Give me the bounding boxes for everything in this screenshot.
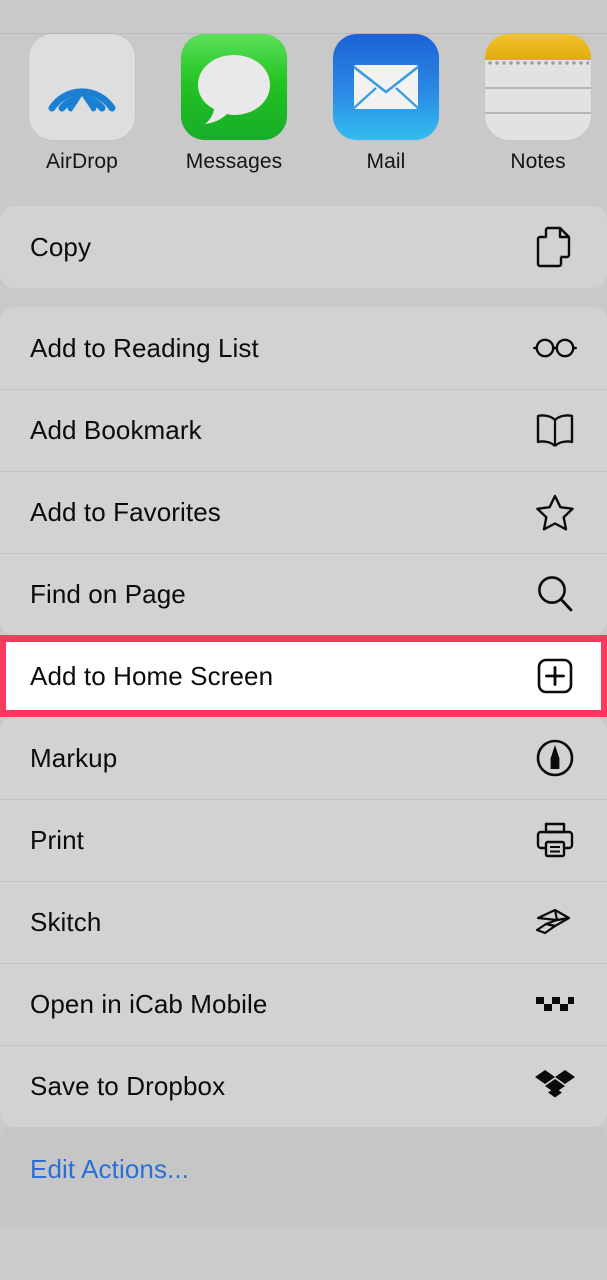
icab-taxi-icon xyxy=(533,982,577,1026)
action-label: Copy xyxy=(30,232,92,262)
skitch-icon xyxy=(533,900,577,944)
edit-actions-group: Edit Actions... xyxy=(0,1127,607,1228)
action-row-copy[interactable]: Copy xyxy=(0,206,607,288)
action-label: Add Bookmark xyxy=(30,415,202,445)
action-label: Print xyxy=(30,825,84,855)
action-label: Save to Dropbox xyxy=(30,1071,226,1101)
action-label: Find on Page xyxy=(30,579,186,609)
action-row-markup[interactable]: Markup xyxy=(0,717,607,799)
action-group-browser: Add to Reading List Add Bookmark Add to … xyxy=(0,307,607,635)
share-target-label: Mail xyxy=(366,150,406,173)
glasses-icon xyxy=(533,326,577,370)
airdrop-icon xyxy=(29,34,135,140)
share-target-label: Messages xyxy=(185,150,283,173)
dropbox-icon xyxy=(533,1064,577,1108)
notes-perforation xyxy=(487,60,589,67)
app-share-targets: AirDrop Messages Mail Notes xyxy=(0,0,607,206)
action-label: Skitch xyxy=(30,907,102,937)
share-target-airdrop[interactable]: AirDrop xyxy=(6,34,158,174)
share-target-label: AirDrop xyxy=(46,150,118,173)
notes-header-band xyxy=(485,34,591,60)
book-icon xyxy=(533,408,577,452)
action-label: Add to Favorites xyxy=(30,497,221,527)
action-row-add-to-favorites[interactable]: Add to Favorites xyxy=(0,471,607,553)
highlight-box: Add to Home Screen xyxy=(0,635,607,717)
mail-icon xyxy=(333,34,439,140)
notes-rule xyxy=(485,87,591,89)
magnifier-icon xyxy=(533,572,577,616)
messages-icon xyxy=(181,34,287,140)
action-row-add-bookmark[interactable]: Add Bookmark xyxy=(0,389,607,471)
action-row-save-to-dropbox[interactable]: Save to Dropbox xyxy=(0,1045,607,1127)
plus-square-icon xyxy=(533,654,577,698)
copy-icon xyxy=(533,225,577,269)
action-label: Open in iCab Mobile xyxy=(30,989,268,1019)
printer-icon xyxy=(533,818,577,862)
share-target-notes[interactable]: Notes xyxy=(462,34,607,174)
notes-rule xyxy=(485,112,591,114)
action-group-copy: Copy xyxy=(0,206,607,288)
action-row-add-to-reading-list[interactable]: Add to Reading List xyxy=(0,307,607,389)
action-row-find-on-page[interactable]: Find on Page xyxy=(0,553,607,635)
action-row-print[interactable]: Print xyxy=(0,799,607,881)
star-icon xyxy=(533,490,577,534)
action-list: Copy Add to Reading List Add Bookmark Ad… xyxy=(0,206,607,1228)
share-target-label: Notes xyxy=(510,150,566,173)
edit-actions-label: Edit Actions... xyxy=(30,1153,190,1184)
share-target-mail[interactable]: Mail xyxy=(310,34,462,174)
markup-pen-icon xyxy=(533,736,577,780)
action-row-open-in-icab-mobile[interactable]: Open in iCab Mobile xyxy=(0,963,607,1045)
action-label: Add to Home Screen xyxy=(30,661,274,691)
notes-icon xyxy=(485,34,591,140)
share-sheet: AirDrop Messages Mail Notes Copy Add to … xyxy=(0,0,607,1280)
action-row-edit-actions[interactable]: Edit Actions... xyxy=(0,1127,607,1211)
action-label: Markup xyxy=(30,743,118,773)
action-label: Add to Reading List xyxy=(30,333,259,363)
action-group-extensions: Markup Print Skitch Open in iCab Mobile … xyxy=(0,717,607,1127)
share-target-messages[interactable]: Messages xyxy=(158,34,310,174)
action-row-add-to-home-screen[interactable]: Add to Home Screen xyxy=(6,642,601,710)
bottom-spacer xyxy=(0,1228,607,1280)
action-row-skitch[interactable]: Skitch xyxy=(0,881,607,963)
